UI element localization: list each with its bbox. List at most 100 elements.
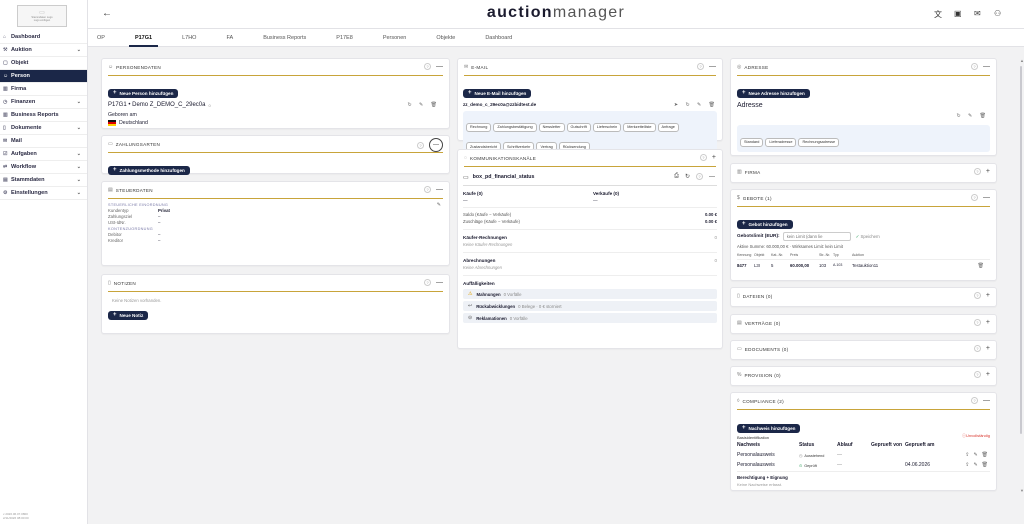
address-type-chip[interactable]: Standard: [740, 137, 764, 147]
sidebar-item-person[interactable]: ☺ Person: [0, 70, 87, 83]
add-email-button[interactable]: + Neue E-Mail hinzufügen: [463, 88, 532, 98]
email-category-chip[interactable]: Newsletter: [538, 122, 565, 132]
trash-icon[interactable]: 🗑: [980, 113, 986, 119]
trash-icon[interactable]: 🗑: [982, 452, 988, 458]
scroll-up-icon[interactable]: ▲: [1020, 58, 1024, 63]
collapse-icon[interactable]: —: [429, 138, 443, 152]
sidebar-item-mail[interactable]: ✉ Mail: [0, 135, 87, 148]
add-note-button[interactable]: + Neue Notiz: [108, 310, 149, 320]
sidebar-item-dokumente[interactable]: ▯ Dokumente ⌄: [0, 122, 87, 135]
redo-icon[interactable]: ↻: [685, 102, 689, 108]
add-icon[interactable]: +: [712, 154, 716, 161]
tab-personen[interactable]: Personen: [383, 29, 407, 47]
save-bid-limit-button[interactable]: ✓ Speichern: [856, 234, 880, 240]
tab-l7ho[interactable]: L7HO: [182, 29, 196, 47]
table-row[interactable]: Personalausweis ⊙ Geprüft — 04.06.2026 ⇪ ✎ 🗑: [737, 462, 990, 468]
help-icon[interactable]: ?: [424, 186, 431, 193]
collapse-icon[interactable]: —: [983, 194, 990, 201]
add-bid-button[interactable]: + Gebot hinzufügen: [737, 219, 793, 229]
edit-icon[interactable]: ✎: [973, 452, 977, 458]
collapse-icon[interactable]: —: [709, 174, 715, 180]
tab-fa[interactable]: FA: [226, 29, 233, 47]
collapse-icon[interactable]: —: [983, 63, 990, 70]
refresh-icon[interactable]: ↻: [685, 173, 690, 180]
address-type-chip[interactable]: Rechnungsadresse: [798, 137, 840, 147]
email-category-chip[interactable]: Lieferschein: [592, 122, 622, 132]
help-icon[interactable]: ?: [699, 154, 707, 161]
sidebar-item-business-reports[interactable]: ▥ Business Reports: [0, 109, 87, 122]
add-icon[interactable]: +: [986, 371, 990, 378]
edit-icon[interactable]: ✎: [968, 113, 972, 119]
redo-icon[interactable]: ↻: [407, 102, 411, 108]
help-icon[interactable]: ?: [696, 173, 703, 180]
tab-dashboard[interactable]: Dashboard: [485, 29, 512, 47]
add-address-button[interactable]: + Neue Adresse hinzufügen: [737, 88, 810, 98]
collapse-icon[interactable]: —: [709, 63, 716, 70]
address-type-chip[interactable]: Lieferadresse: [765, 137, 797, 147]
help-icon[interactable]: ?: [973, 292, 981, 299]
help-icon[interactable]: ?: [971, 194, 978, 201]
translate-icon[interactable]: 文: [934, 9, 942, 20]
add-payment-method-button[interactable]: + Zahlungsmethode hinzufügen: [108, 165, 190, 175]
help-icon[interactable]: ?: [971, 397, 978, 404]
sidebar-item-finanzen[interactable]: ◷ Finanzen ⌄: [0, 96, 87, 109]
sidebar-item-objekt[interactable]: ▢ Objekt: [0, 57, 87, 70]
print-icon[interactable]: ⎙: [674, 173, 679, 180]
sidebar-item-stammdaten[interactable]: ▤ Stammdaten ⌄: [0, 174, 87, 187]
tab-p17e8[interactable]: P17E8: [336, 29, 353, 47]
edit-icon[interactable]: ✎: [697, 102, 701, 108]
email-category-chip[interactable]: Anfrage: [657, 122, 679, 132]
help-icon[interactable]: ?: [971, 63, 978, 70]
collapse-icon[interactable]: —: [436, 186, 443, 193]
sidebar-item-dashboard[interactable]: ⌂ Dashboard: [0, 31, 87, 44]
add-icon[interactable]: +: [986, 345, 990, 352]
help-icon[interactable]: ?: [697, 63, 704, 70]
table-row[interactable]: Personalausweis ◷ Ausstehend — ⇪ ✎ 🗑: [737, 452, 990, 458]
bid-limit-input[interactable]: [782, 232, 851, 241]
trash-icon[interactable]: 🗑: [978, 263, 984, 269]
upload-icon[interactable]: ⇪: [965, 452, 969, 458]
email-category-chip[interactable]: Merkzettelliste: [623, 122, 656, 132]
sidebar-item-workflow[interactable]: ⇄ Workflow ⌄: [0, 161, 87, 174]
sidebar-item-aufgaben[interactable]: ☑ Aufgaben ⌄: [0, 148, 87, 161]
table-row[interactable]: 8477 L3I 5 60.000,00 103 A.103 Testauktion11 🗑: [737, 263, 990, 269]
help-icon[interactable]: ?: [424, 63, 431, 70]
scroll-down-icon[interactable]: ▼: [1020, 488, 1024, 493]
calendar-icon[interactable]: ▣: [954, 9, 962, 18]
help-icon[interactable]: ?: [973, 345, 981, 352]
edit-icon[interactable]: ✎: [419, 102, 423, 108]
email-category-chip[interactable]: Gutschrift: [566, 122, 591, 132]
scrollbar[interactable]: ▲ ▼: [1018, 58, 1024, 500]
add-icon[interactable]: +: [986, 168, 990, 175]
trash-icon[interactable]: 🗑: [709, 102, 715, 108]
collapse-icon[interactable]: —: [436, 63, 443, 70]
help-icon[interactable]: ?: [973, 168, 981, 175]
mail-icon[interactable]: ✉: [974, 9, 981, 18]
help-icon[interactable]: ?: [973, 319, 981, 326]
user-icon[interactable]: ⚇: [994, 9, 1001, 18]
tab-p17g1[interactable]: P17G1: [128, 29, 159, 47]
tab-objekte[interactable]: Objekte: [436, 29, 455, 47]
help-icon[interactable]: ?: [424, 279, 431, 286]
trash-icon[interactable]: 🗑: [982, 462, 988, 468]
edit-icon[interactable]: ✎: [973, 462, 977, 468]
collapse-icon[interactable]: —: [436, 279, 443, 286]
trash-icon[interactable]: 🗑: [431, 102, 437, 108]
sidebar-item-einstellungen[interactable]: ⚙ Einstellungen ⌄: [0, 187, 87, 200]
send-icon[interactable]: ➤: [674, 102, 678, 108]
redo-icon[interactable]: ↻: [956, 113, 960, 119]
auffaelligkeit-item[interactable]: ↩ Rückabwicklungen 0 Belege · 0 € stornier…: [463, 301, 717, 311]
email-category-chip[interactable]: Zahlungsbestätigung: [493, 122, 537, 132]
auffaelligkeit-item[interactable]: ⚠ Mahnungen 0 Vorfälle: [463, 289, 717, 299]
collapse-icon[interactable]: —: [983, 397, 990, 404]
add-icon[interactable]: +: [986, 292, 990, 299]
tab-op[interactable]: OP: [97, 29, 105, 47]
sidebar-item-auktion[interactable]: ⚒ Auktion ⌄: [0, 44, 87, 57]
add-person-button[interactable]: + Neue Person hinzufügen: [108, 88, 179, 98]
help-icon[interactable]: ?: [417, 141, 424, 149]
logo[interactable]: ▭ Stammdaten Logo Logo einfügen: [17, 5, 67, 27]
auffaelligkeit-item[interactable]: ⊝ Reklamationen 0 Vorfälle: [463, 313, 717, 323]
scrollbar-thumb[interactable]: [1020, 66, 1022, 434]
tab-business-reports[interactable]: Business Reports: [263, 29, 306, 47]
sidebar-item-firma[interactable]: ▥ Firma: [0, 83, 87, 96]
